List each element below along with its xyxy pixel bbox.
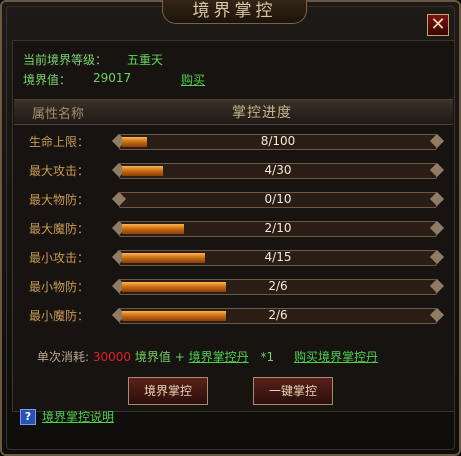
attribute-row: 最大魔防： 2/10 [13,217,454,239]
attribute-label: 最小攻击： [29,251,90,265]
header-progress: 掌控进度 [232,105,292,121]
attribute-row: 生命上限： 8/100 [13,130,454,152]
progress-text: 2/10 [264,221,292,235]
content-panel: 当前境界等级： 五重天 境界值： 29017 购买 属性名称 掌控进度 生命上限… [12,40,455,412]
progress-text: 2/6 [268,308,288,322]
cost-line: 单次消耗: 30000 境界值 + 境界掌控丹 *1 购买境界掌控丹 [37,348,378,365]
cost-qty: *1 [260,350,275,364]
level-value: 五重天 [127,53,164,67]
attribute-row: 最大攻击： 4/30 [13,159,454,181]
buy-points-link[interactable]: 购买 [181,71,205,88]
attribute-label: 最小物防： [29,280,90,294]
attribute-label: 最小魔防： [29,309,90,323]
attribute-row: 最小物防： 2/6 [13,275,454,297]
attribute-label: 最大攻击： [29,164,90,178]
progress-bar: 2/10 [119,221,437,237]
close-button[interactable]: ✕ [427,14,449,36]
attribute-label: 生命上限： [29,135,90,149]
header-attribute-name: 属性名称 [32,107,85,122]
progress-bar: 2/6 [119,279,437,295]
attribute-label: 最大魔防： [29,222,90,236]
attribute-row: 最小攻击： 4/15 [13,246,454,268]
cost-amount: 30000 [92,350,132,364]
cost-item-link[interactable]: 境界掌控丹 [189,350,249,364]
progress-text: 0/10 [264,192,292,206]
progress-bar: 4/30 [119,163,437,179]
progress-text: 8/100 [260,134,296,148]
cost-unit: 境界值 [134,350,171,364]
window-title: 境界掌控 [162,0,307,24]
attribute-row: 最大物防： 0/10 [13,188,454,210]
help-row: ? 境界掌控说明 [20,408,114,425]
points-value: 29017 [93,71,132,85]
cost-label: 单次消耗: [37,350,90,364]
progress-text: 4/30 [264,163,292,177]
attribute-label: 最大物防： [29,193,90,207]
help-link[interactable]: 境界掌控说明 [42,408,114,425]
progress-text: 4/15 [264,250,292,264]
table-header: 属性名称 掌控进度 [14,99,453,125]
progress-bar: 2/6 [119,308,437,324]
points-label: 境界值： [23,73,72,87]
progress-bar: 0/10 [119,192,437,208]
one-key-control-button[interactable]: 一键掌控 [253,377,333,405]
progress-bar: 4/15 [119,250,437,266]
dialog-window: 境界掌控 ✕ 当前境界等级： 五重天 境界值： 29017 购买 属性名称 掌控… [0,0,461,456]
level-label: 当前境界等级： [23,53,108,67]
progress-text: 2/6 [268,279,288,293]
control-button[interactable]: 境界掌控 [128,377,208,405]
progress-bar: 8/100 [119,134,437,150]
cost-plus: + [174,350,185,364]
attribute-row: 最小魔防： 2/6 [13,304,454,326]
help-icon[interactable]: ? [20,408,36,425]
buy-item-link[interactable]: 购买境界掌控丹 [294,350,378,364]
